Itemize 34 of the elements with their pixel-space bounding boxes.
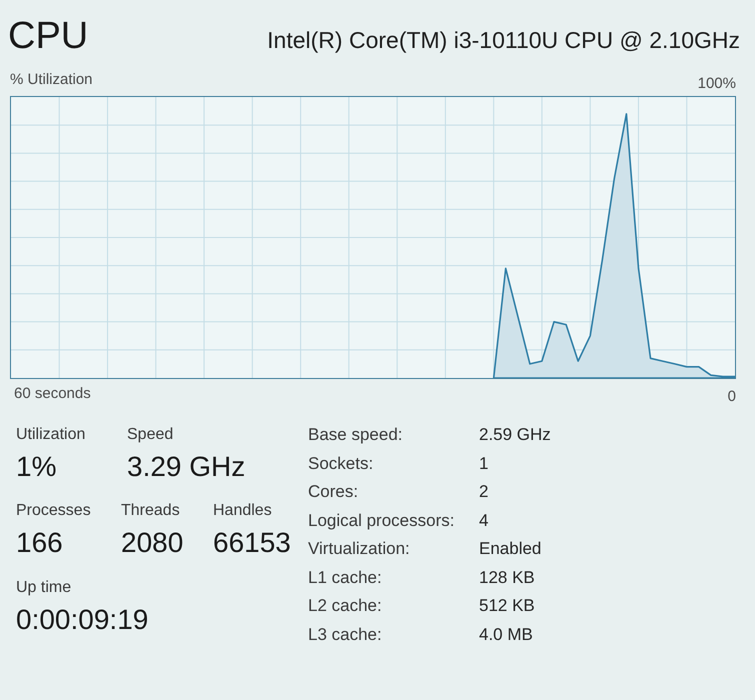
scale-label: 100% [698,75,736,93]
detail-value: 4 [479,510,488,531]
stat-label: Utilization [16,425,86,445]
stat-label: Processes [16,501,92,521]
detail-label: Base speed: [308,425,404,446]
graph-label: % Utilization [10,71,93,89]
stat-label: Handles [213,501,273,521]
detail-label: L2 cache: [308,596,383,616]
detail-label: Virtualization: [308,539,411,560]
detail-value: 4.0 MB [479,624,533,645]
detail-label: L3 cache: [308,624,383,645]
processor-name: Intel(R) Core(TM) i3-10110U CPU @ 2.10GHz [267,26,740,54]
detail-label: Cores: [308,482,360,502]
stat-value: 2080 [121,527,184,559]
detail-value: 2 [479,482,488,502]
detail-value: 1 [479,454,488,474]
detail-label: Sockets: [308,454,374,474]
scale-label: 0 [728,388,736,406]
page-title: CPU [8,14,88,58]
detail-value: Enabled [479,539,542,560]
stat-value: 66153 [213,527,291,559]
stat-value: 0:00:09:19 [16,604,148,636]
detail-value: 2.59 GHz [479,425,551,446]
detail-label: Logical processors: [308,510,456,531]
stat-label: Up time [16,578,72,598]
stat-label: Threads [121,501,181,521]
stat-value: 166 [16,527,64,559]
detail-label: L1 cache: [308,568,383,588]
stat-label: Speed [127,425,174,445]
stat-value: 1% [16,451,58,483]
detail-value: 128 KB [479,568,535,588]
detail-value: 512 KB [479,596,535,616]
stat-value: 3.29 GHz [127,451,246,483]
time-span-label: 60 seconds [14,385,91,403]
